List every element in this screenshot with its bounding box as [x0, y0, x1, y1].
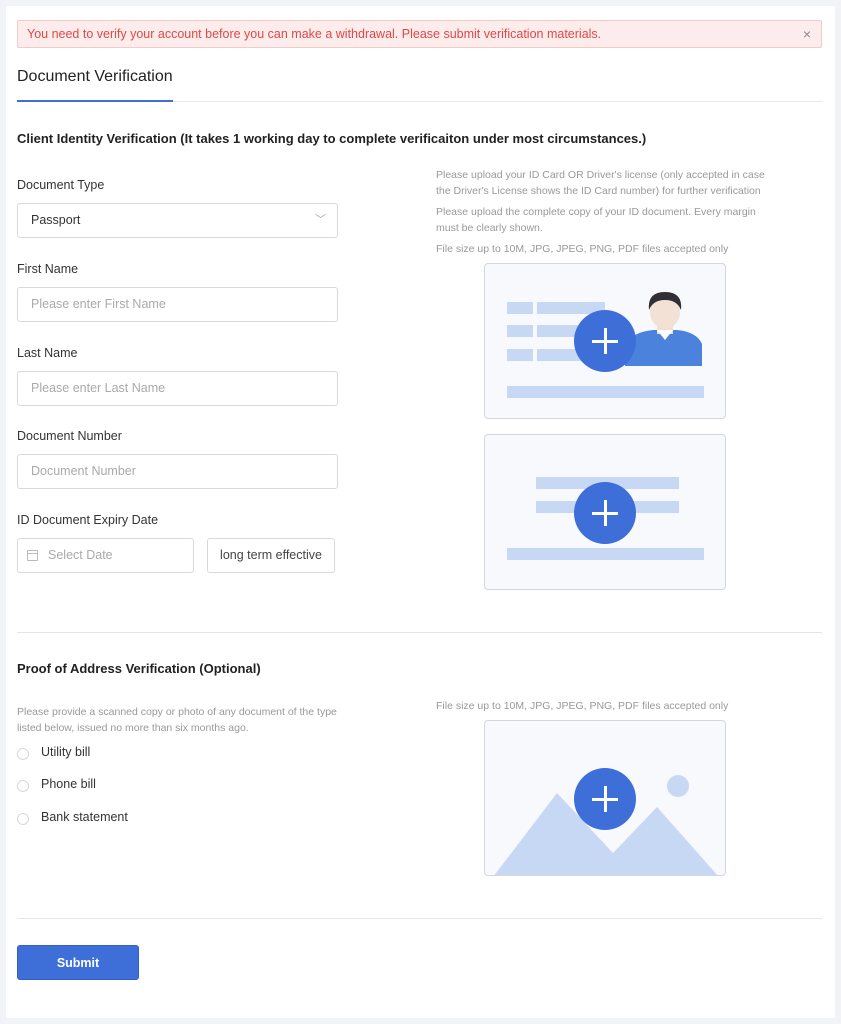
radio-label: Utility bill — [41, 745, 91, 759]
radio-label: Phone bill — [41, 777, 96, 791]
last-name-input[interactable]: Please enter Last Name — [17, 371, 338, 406]
identity-section-title: Client Identity Verification (It takes 1… — [17, 131, 647, 146]
address-file-size-hint: File size up to 10M, JPG, JPEG, PNG, PDF… — [436, 700, 729, 712]
submit-button[interactable]: Submit — [17, 945, 139, 980]
id-back-upload[interactable] — [484, 434, 726, 590]
radio-label: Bank statement — [41, 810, 128, 824]
section-divider — [17, 632, 822, 633]
illustration-bar — [507, 386, 704, 398]
verification-alert: You need to verify your account before y… — [17, 20, 822, 48]
document-type-label: Document Type — [17, 178, 105, 192]
id-front-upload[interactable] — [484, 263, 726, 419]
calendar-icon — [27, 550, 38, 561]
close-icon[interactable]: × — [803, 21, 811, 47]
radio-button[interactable] — [17, 813, 29, 825]
add-upload-icon[interactable] — [574, 482, 636, 544]
id-margin-hint: Please upload the complete copy of your … — [436, 206, 756, 234]
id-upload-hint: Please upload your ID Card OR Driver's l… — [436, 169, 765, 197]
verification-page: You need to verify your account before y… — [6, 6, 835, 1018]
illustration-bar — [507, 302, 533, 314]
document-type-select[interactable]: Passport ﹀ — [17, 203, 338, 238]
long-term-effective-button[interactable]: long term effective — [207, 538, 335, 573]
illustration-bar — [507, 548, 704, 560]
address-proof-upload[interactable] — [484, 720, 726, 876]
radio-button[interactable] — [17, 780, 29, 792]
expiry-date-picker[interactable]: Select Date — [17, 538, 194, 573]
alert-message: You need to verify your account before y… — [27, 27, 602, 41]
id-file-size-hint: File size up to 10M, JPG, JPEG, PNG, PDF… — [436, 243, 729, 255]
tab-bar: Document Verification — [17, 64, 822, 102]
first-name-label: First Name — [17, 262, 79, 276]
tab-document-verification[interactable]: Document Verification — [17, 64, 173, 102]
first-name-input[interactable]: Please enter First Name — [17, 287, 338, 322]
address-section-title: Proof of Address Verification (Optional) — [17, 661, 261, 676]
document-type-value: Passport — [31, 213, 81, 227]
last-name-label: Last Name — [17, 346, 78, 360]
document-number-input[interactable]: Document Number — [17, 454, 338, 489]
expiry-date-placeholder: Select Date — [48, 548, 113, 562]
expiry-date-label: ID Document Expiry Date — [17, 513, 159, 527]
address-description: Please provide a scanned copy or photo o… — [17, 706, 337, 734]
chevron-down-icon: ﹀ — [315, 214, 326, 226]
document-number-label: Document Number — [17, 429, 122, 443]
section-divider — [17, 918, 822, 919]
illustration-bar — [507, 325, 533, 337]
add-upload-icon[interactable] — [574, 310, 636, 372]
illustration-bar — [507, 349, 533, 361]
radio-button[interactable] — [17, 748, 29, 760]
person-avatar-icon — [625, 292, 702, 366]
add-upload-icon[interactable] — [574, 768, 636, 830]
